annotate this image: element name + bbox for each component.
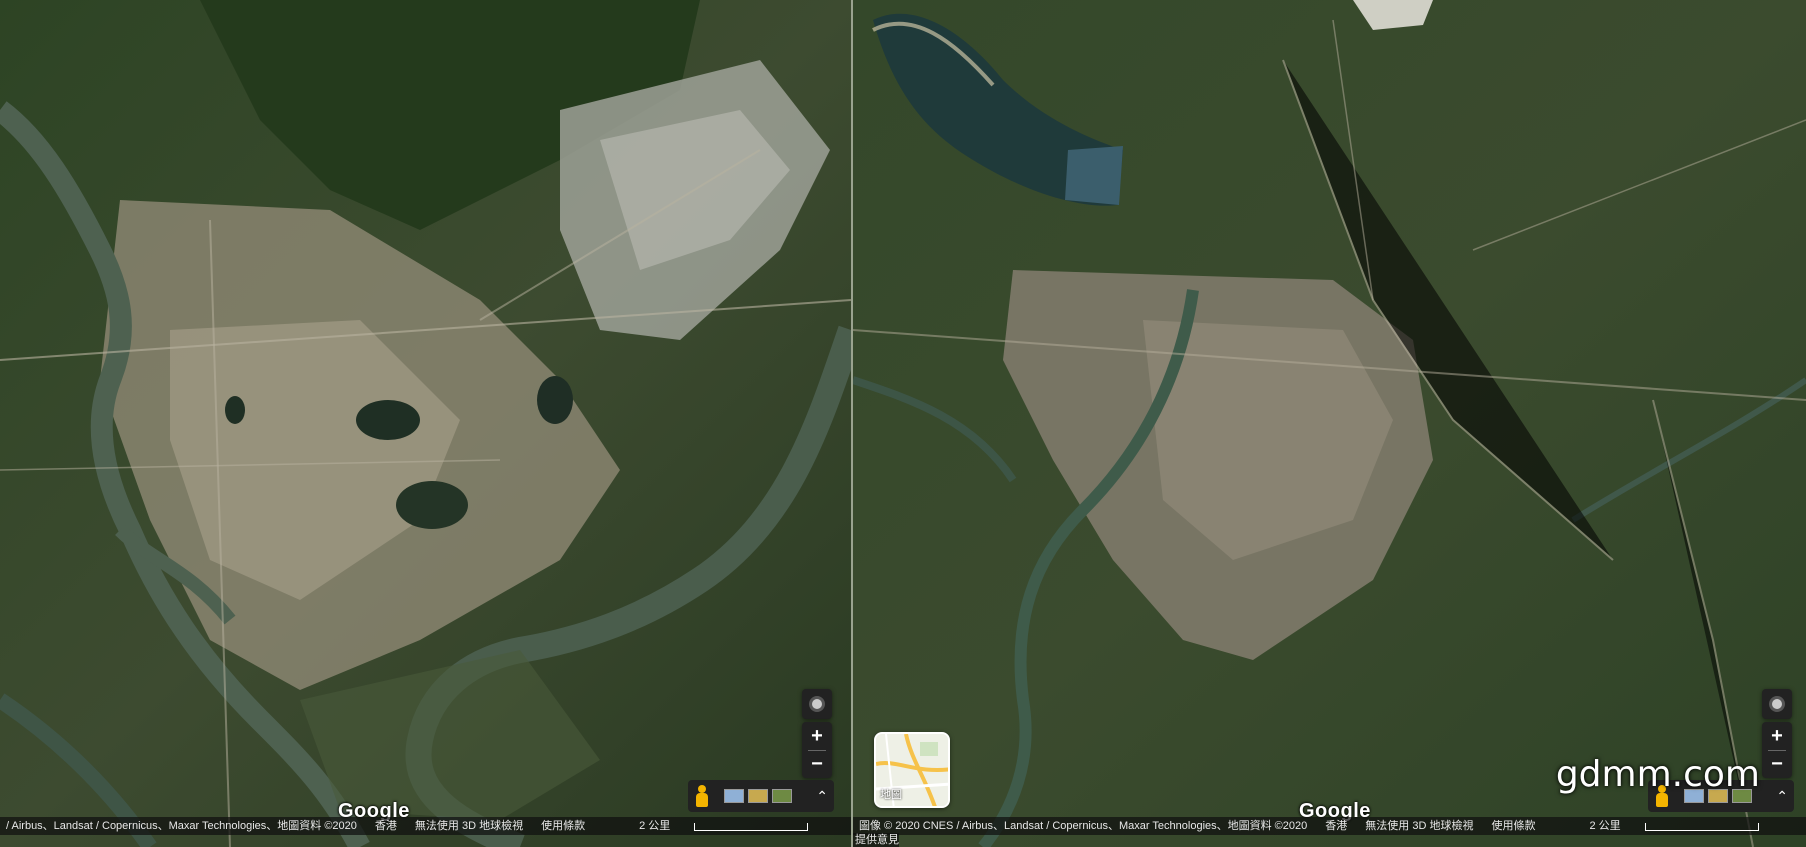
scale-bar	[1644, 823, 1759, 831]
my-location-icon	[812, 699, 822, 709]
terms-link[interactable]: 使用條款	[1491, 817, 1535, 835]
chevron-up-icon[interactable]: ⌃	[1776, 789, 1788, 803]
pegman-head	[698, 785, 706, 793]
no-3d-notice[interactable]: 無法使用 3D 地球檢視	[415, 817, 523, 835]
region-label[interactable]: 香港	[375, 817, 397, 835]
zoom-in-button[interactable]: +	[1762, 723, 1792, 750]
no-3d-notice[interactable]: 無法使用 3D 地球檢視	[1365, 817, 1473, 835]
scale-label: 2 公里	[639, 820, 671, 832]
left-map-pane[interactable]: Google + − ⌃ / Airbus、Landsat / Copernic…	[0, 0, 851, 847]
feedback-link[interactable]: 提供意見	[853, 833, 899, 847]
zoom-out-button[interactable]: −	[1762, 751, 1792, 778]
attribution-bar: / Airbus、Landsat / Copernicus、Maxar Tech…	[0, 817, 851, 835]
terms-link[interactable]: 使用條款	[541, 817, 585, 835]
zoom-control: + −	[1762, 722, 1792, 778]
my-location-button[interactable]	[1762, 689, 1792, 719]
my-location-button[interactable]	[802, 689, 832, 719]
layer-strip: ⌃	[688, 780, 834, 812]
pegman-body	[696, 793, 708, 807]
satellite-imagery-left[interactable]	[0, 0, 851, 847]
site-watermark: gdmm.com	[1555, 754, 1760, 795]
my-location-icon	[1772, 699, 1782, 709]
satellite-imagery-right[interactable]	[853, 0, 1806, 847]
zoom-out-button[interactable]: −	[802, 751, 832, 778]
zoom-in-button[interactable]: +	[802, 723, 832, 750]
terrain-layer-thumbnail[interactable]	[748, 789, 768, 803]
street-view-pegman-icon[interactable]	[694, 785, 710, 807]
sky-layer-thumbnail[interactable]	[724, 789, 744, 803]
attribution-text: / Airbus、Landsat / Copernicus、Maxar Tech…	[6, 820, 357, 832]
right-map-pane[interactable]: 地圖 Google + − ⌃ gdmm.com 圖像 © 2020 CNES …	[853, 0, 1806, 847]
attribution-text: 圖像 © 2020 CNES / Airbus、Landsat / Copern…	[859, 820, 1308, 832]
satellite-layer-thumbnail[interactable]	[772, 789, 792, 803]
scale-bar	[694, 823, 809, 831]
region-label[interactable]: 香港	[1325, 817, 1347, 835]
scale-indicator[interactable]: 2 公里	[639, 817, 809, 835]
zoom-control: + −	[802, 722, 832, 778]
scale-label: 2 公里	[1589, 820, 1621, 832]
chevron-up-icon[interactable]: ⌃	[816, 789, 828, 803]
map-type-toggle[interactable]: 地圖	[874, 732, 950, 808]
attribution-bar: 圖像 © 2020 CNES / Airbus、Landsat / Copern…	[853, 817, 1806, 835]
pegman-body	[1656, 793, 1668, 807]
scale-indicator[interactable]: 2 公里	[1589, 817, 1759, 835]
map-toggle-label: 地圖	[880, 789, 902, 801]
